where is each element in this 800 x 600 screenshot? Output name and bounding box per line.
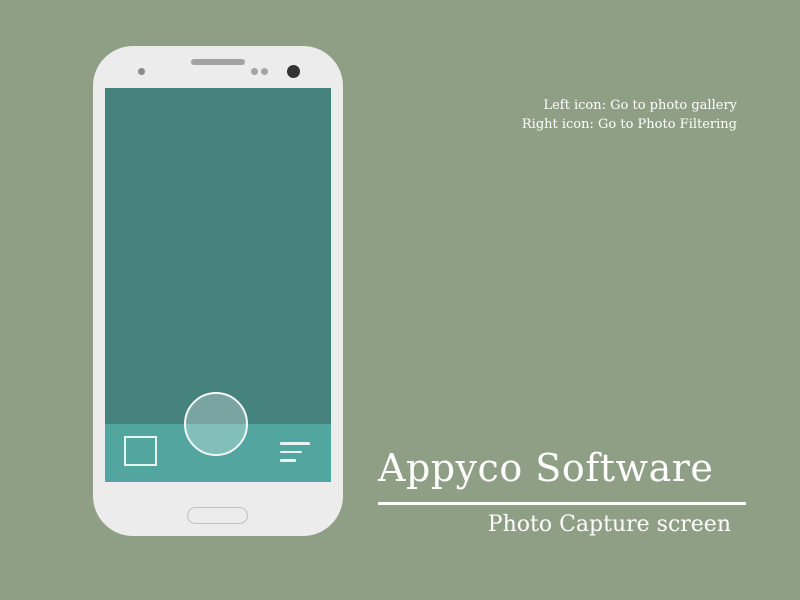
home-button[interactable] bbox=[187, 507, 248, 524]
capture-button[interactable] bbox=[184, 392, 248, 456]
right-icon-note: Right icon: Go to Photo Filtering bbox=[521, 117, 737, 132]
camera-viewfinder bbox=[105, 88, 331, 482]
icon-annotations: Left icon: Go to photo gallery Right ico… bbox=[522, 96, 737, 134]
front-camera bbox=[287, 65, 300, 78]
left-icon-note: Left icon: Go to photo gallery bbox=[543, 98, 737, 113]
brand-subtitle: Photo Capture screen bbox=[487, 512, 731, 537]
brand-block: Appyco Software Photo Capture screen bbox=[378, 440, 746, 537]
gallery-icon[interactable] bbox=[124, 436, 157, 466]
sensor-dot bbox=[261, 68, 268, 75]
phone-mockup bbox=[93, 46, 343, 536]
divider bbox=[378, 502, 746, 505]
brand-title: Appyco Software bbox=[378, 446, 714, 490]
earpiece-speaker bbox=[191, 59, 245, 65]
filter-icon[interactable] bbox=[280, 442, 311, 462]
proximity-sensor bbox=[138, 68, 145, 75]
sensor-dot bbox=[251, 68, 258, 75]
